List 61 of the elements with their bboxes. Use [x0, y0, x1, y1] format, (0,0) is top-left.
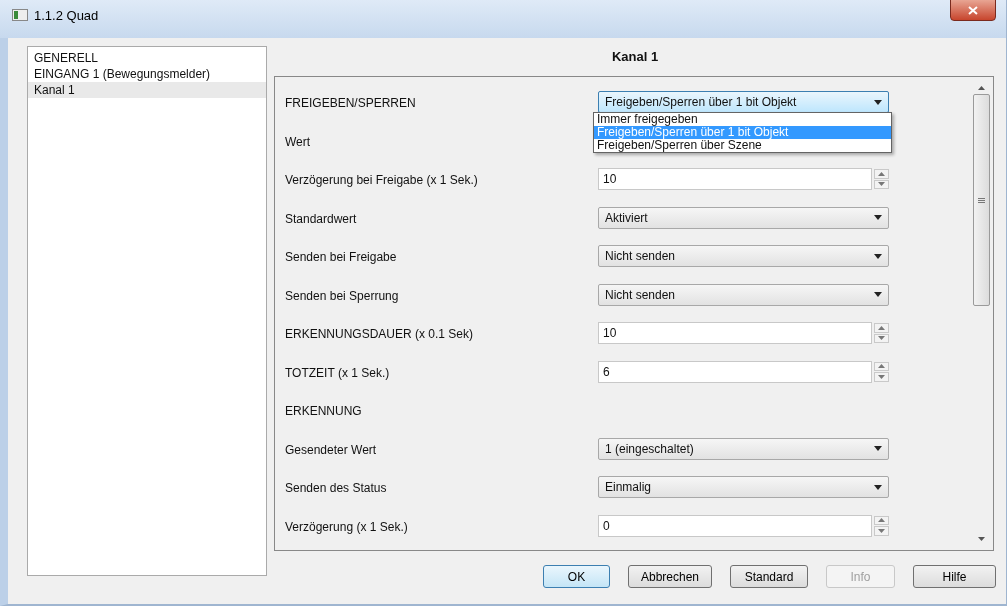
grip-icon — [977, 197, 985, 203]
parameter-label: Senden bei Sperrung — [285, 287, 400, 305]
dialog-button[interactable]: Abbrechen — [628, 565, 712, 588]
close-icon — [968, 5, 978, 15]
up-arrow-icon — [878, 325, 885, 330]
up-arrow-icon — [878, 518, 885, 523]
parameter-label: Senden des Status — [285, 480, 388, 497]
dialog-button[interactable]: Hilfe — [913, 565, 996, 588]
parameter-label: Verzögerung bei Freigabe (x 1 Sek.) — [285, 172, 479, 189]
parameter-label: Senden bei Freigabe — [285, 249, 398, 266]
dropdown[interactable]: Nicht senden — [598, 245, 889, 267]
number-field[interactable]: 0 — [598, 514, 872, 537]
tree-item[interactable]: EINGANG 1 (Bewegungsmelder) — [28, 66, 266, 82]
dialog-button[interactable]: Standard — [730, 565, 808, 588]
parameter-label: TOTZEIT (x 1 Sek.) — [285, 364, 391, 382]
number-field[interactable]: 6 — [598, 360, 872, 383]
parameter-label: FREIGEBEN/SPERREN — [285, 95, 417, 112]
down-arrow-icon — [878, 336, 885, 341]
parameter-label: Verzögerung (x 1 Sek.) — [285, 518, 409, 536]
down-arrow-icon — [878, 182, 885, 187]
down-arrow-icon — [878, 374, 885, 379]
panel-title: Kanal 1 — [611, 49, 659, 64]
spin-up-button[interactable] — [874, 515, 889, 525]
dropdown[interactable]: Freigeben/Sperren über 1 bit Objekt — [598, 91, 889, 113]
dropdown[interactable]: Aktiviert — [598, 206, 889, 229]
parameter-label: Wert — [285, 133, 312, 151]
spin-down-button[interactable] — [874, 333, 889, 343]
window-title: 1.1.2 Quad — [34, 7, 99, 23]
dropdown-arrow-icon — [874, 253, 882, 259]
spin-down-button[interactable] — [874, 179, 889, 189]
parameter-label: Gesendeter Wert — [285, 441, 378, 459]
dialog-button[interactable]: OK — [543, 565, 610, 588]
dropdown[interactable]: Nicht senden — [598, 283, 889, 306]
dropdown-arrow-icon — [874, 446, 882, 451]
scroll-down-icon[interactable] — [977, 537, 985, 541]
spin-up-button[interactable] — [874, 169, 889, 179]
spin-down-button[interactable] — [874, 526, 889, 536]
dropdown[interactable]: 1 (eingeschaltet) — [598, 437, 889, 460]
dropdown-option[interactable]: Immer freigegeben — [594, 113, 891, 126]
spin-down-button[interactable] — [874, 372, 889, 382]
close-button[interactable] — [950, 0, 996, 21]
dropdown-option[interactable]: Freigeben/Sperren über Szene — [594, 139, 891, 152]
dropdown-arrow-icon — [874, 215, 882, 220]
parameter-label: Standardwert — [285, 210, 358, 228]
dropdown-arrow-icon — [874, 99, 882, 105]
up-arrow-icon — [878, 171, 885, 176]
down-arrow-icon — [878, 528, 885, 533]
parameter-label: ERKENNUNG — [285, 403, 363, 420]
tree-item[interactable]: Kanal 1 — [28, 82, 266, 98]
spin-up-button[interactable] — [874, 323, 889, 333]
scroll-up-icon[interactable] — [977, 86, 985, 90]
number-field[interactable]: 10 — [598, 168, 872, 190]
dropdown-arrow-icon — [874, 292, 882, 297]
dropdown[interactable]: Einmalig — [598, 476, 889, 498]
dropdown-arrow-icon — [874, 484, 882, 490]
spin-up-button[interactable] — [874, 361, 889, 371]
tree-item[interactable]: GENERELL — [28, 50, 266, 66]
app-icon — [12, 9, 28, 21]
number-field[interactable]: 10 — [598, 322, 872, 344]
up-arrow-icon — [878, 364, 885, 369]
parameter-label: ERKENNUNGSDAUER (x 0.1 Sek) — [285, 326, 475, 343]
